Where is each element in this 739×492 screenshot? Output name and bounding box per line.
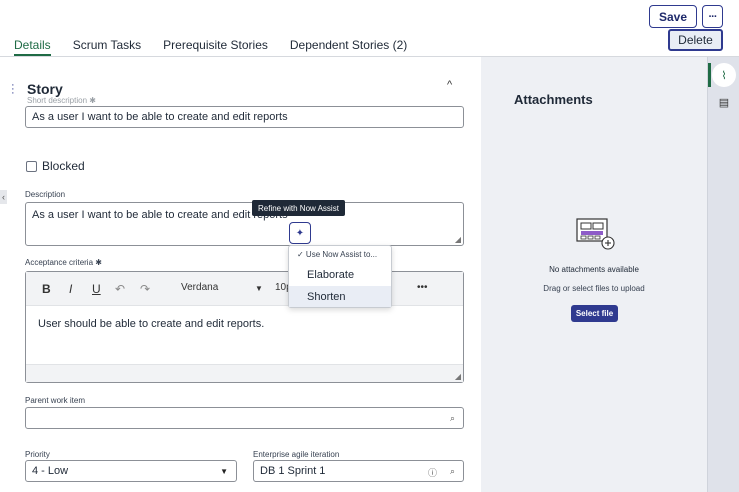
parent-work-item-input[interactable]: ⌕ [25,407,464,429]
tab-details[interactable]: Details [14,36,51,56]
drag-handle-icon[interactable]: · · · [11,80,15,99]
font-select[interactable]: Verdana [181,282,218,293]
short-description-input[interactable]: As a user I want to be able to create an… [25,106,464,128]
priority-select[interactable]: 4 - Low ▼ [25,460,237,482]
resize-grip-icon[interactable]: ◢ [455,372,461,381]
acceptance-criteria-label: Acceptance criteria ✱ [25,258,102,267]
bold-button[interactable]: B [42,282,51,296]
acceptance-criteria-editor[interactable]: B I U ↶ ↷ Verdana ▼ 10p ••• User should … [25,271,464,383]
empty-attachments-illustration-icon [576,218,615,250]
empty-attachments-subtitle: Drag or select files to upload [543,284,645,293]
delete-menu-item[interactable]: Delete [668,29,723,51]
more-actions-button[interactable]: ··· [702,5,723,28]
section-title: Story [27,81,63,97]
tab-bar: Details Scrum Tasks Prerequisite Stories… [0,36,480,56]
iteration-input[interactable]: DB 1 Sprint 1 ⓘ ⌕ [253,460,464,482]
short-description-value: As a user I want to be able to create an… [32,111,288,123]
editor-status-bar: ◢ [26,364,463,382]
undo-icon[interactable]: ↶ [115,282,125,296]
rail-active-marker [708,63,711,87]
chevron-down-icon[interactable]: ▼ [255,284,263,293]
iteration-value: DB 1 Sprint 1 [260,465,326,477]
now-assist-menu-header: ✓ Use Now Assist to... [297,250,378,259]
italic-button[interactable]: I [69,282,72,296]
now-assist-menu: ✓ Use Now Assist to... Elaborate Shorten [288,245,392,308]
underline-button[interactable]: U [92,282,101,296]
document-icon[interactable]: ▤ [712,90,736,114]
priority-label: Priority [25,450,50,459]
tab-scrum-tasks[interactable]: Scrum Tasks [73,36,141,56]
more-toolbar-button[interactable]: ••• [417,282,428,293]
save-button[interactable]: Save [649,5,697,28]
now-assist-sparkle-icon[interactable]: ✦ [289,222,311,244]
resize-grip-icon[interactable]: ◢ [455,235,461,244]
short-description-label: Short description ✱ [27,96,96,105]
description-label: Description [25,190,66,199]
search-icon[interactable]: ⌕ [450,413,455,424]
paperclip-icon[interactable]: ⌇ [712,63,736,87]
select-file-button[interactable]: Select file [571,305,618,322]
empty-attachments-title: No attachments available [549,265,639,274]
elaborate-menu-item[interactable]: Elaborate [289,264,391,285]
attachments-title: Attachments [514,92,593,107]
tab-dependent-stories[interactable]: Dependent Stories (2) [290,36,407,56]
attachments-panel: Attachments No attachments available Dra… [481,57,707,492]
iteration-label: Enterprise agile iteration [253,450,340,459]
description-value: As a user I want to be able to create an… [32,209,288,221]
chevron-up-icon[interactable]: ^ [447,79,452,91]
search-icon[interactable]: ⌕ [450,466,455,477]
acceptance-criteria-value: User should be able to create and edit r… [38,318,265,330]
tab-prerequisite-stories[interactable]: Prerequisite Stories [163,36,268,56]
description-textarea[interactable]: As a user I want to be able to create an… [25,202,464,246]
dropdown-arrow-icon[interactable]: ▼ [220,467,228,476]
now-assist-tooltip: Refine with Now Assist [252,200,345,216]
shorten-menu-item[interactable]: Shorten [289,286,391,307]
blocked-checkbox[interactable] [26,161,37,172]
parent-work-item-label: Parent work item [25,396,86,405]
side-rail: ⌇ ▤ [707,57,739,492]
blocked-label: Blocked [42,159,85,173]
info-icon[interactable]: ⓘ [428,466,437,479]
collapse-left-icon[interactable]: ‹ [0,190,7,204]
editor-toolbar: B I U ↶ ↷ Verdana ▼ 10p ••• [26,272,463,306]
redo-icon[interactable]: ↷ [140,282,150,296]
priority-value: 4 - Low [32,465,69,477]
